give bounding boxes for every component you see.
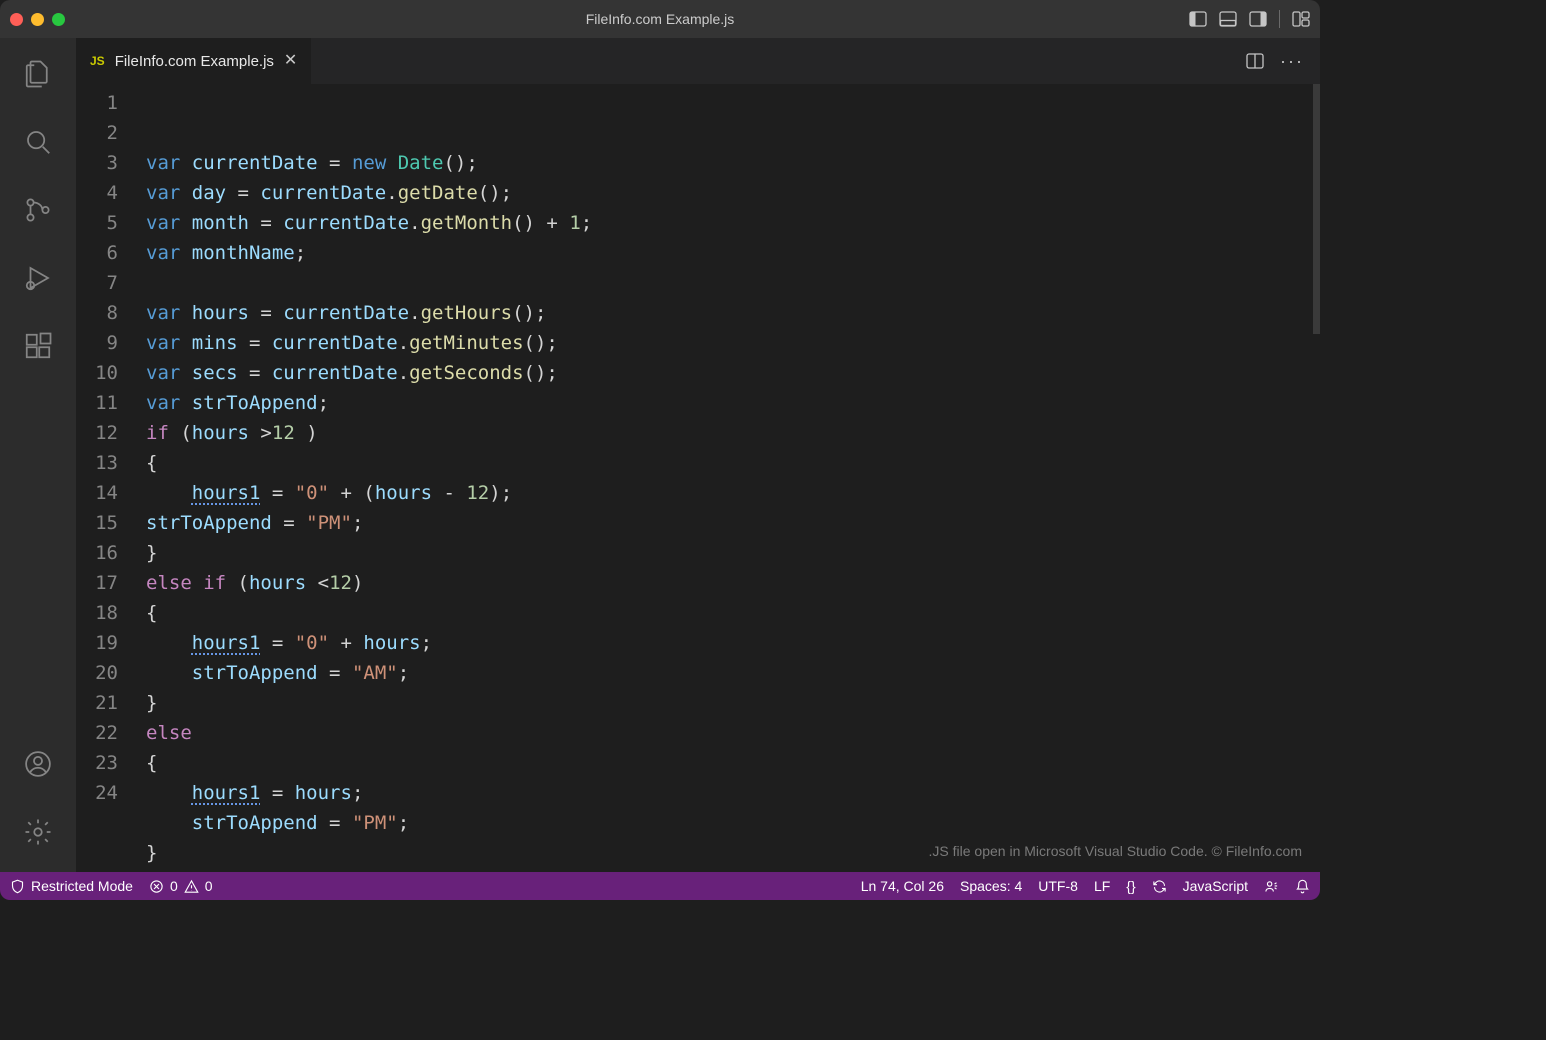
line-number: 15 (76, 508, 118, 538)
titlebar-layout-controls (1189, 10, 1310, 28)
toggle-bottom-panel-icon[interactable] (1219, 10, 1237, 28)
code-line[interactable]: var secs = currentDate.getSeconds(); (146, 358, 1320, 388)
explorer-icon[interactable] (14, 50, 62, 98)
line-number: 24 (76, 778, 118, 808)
line-number: 11 (76, 388, 118, 418)
code-editor[interactable]: 123456789101112131415161718192021222324 … (76, 84, 1320, 872)
scrollbar[interactable] (1313, 84, 1320, 334)
code-line[interactable]: else if (hours <12) (146, 568, 1320, 598)
code-line[interactable]: strToAppend = "PM"; (146, 808, 1320, 838)
code-line[interactable]: var currentDate = new Date(); (146, 148, 1320, 178)
line-number: 23 (76, 748, 118, 778)
line-number: 9 (76, 328, 118, 358)
customize-layout-icon[interactable] (1292, 10, 1310, 28)
window-title: FileInfo.com Example.js (0, 11, 1320, 27)
problems-button[interactable]: 0 0 (149, 878, 213, 894)
cursor-position-button[interactable]: Ln 74, Col 26 (861, 878, 944, 894)
line-number: 12 (76, 418, 118, 448)
line-number: 22 (76, 718, 118, 748)
code-line[interactable]: } (146, 538, 1320, 568)
code-line[interactable]: strToAppend = "AM"; (146, 658, 1320, 688)
line-number: 13 (76, 448, 118, 478)
more-actions-icon[interactable]: ··· (1280, 51, 1304, 72)
line-number: 2 (76, 118, 118, 148)
notifications-bell-icon[interactable] (1295, 879, 1310, 894)
code-line[interactable]: strToAppend = "PM"; (146, 508, 1320, 538)
code-line[interactable]: { (146, 448, 1320, 478)
code-line[interactable]: hours1 = "0" + (hours - 12); (146, 478, 1320, 508)
close-tab-icon[interactable]: ✕ (284, 53, 297, 69)
code-line[interactable]: var day = currentDate.getDate(); (146, 178, 1320, 208)
code-line[interactable]: if (hours >12 ) (146, 418, 1320, 448)
line-number: 18 (76, 598, 118, 628)
line-number: 1 (76, 88, 118, 118)
window-maximize-button[interactable] (52, 13, 65, 26)
editor-tab[interactable]: JS FileInfo.com Example.js ✕ (76, 38, 312, 84)
line-number: 16 (76, 538, 118, 568)
extensions-icon[interactable] (14, 322, 62, 370)
restricted-mode-label: Restricted Mode (31, 878, 133, 894)
code-line[interactable]: hours1 = "0" + hours; (146, 628, 1320, 658)
line-number: 8 (76, 298, 118, 328)
eol-button[interactable]: LF (1094, 878, 1110, 894)
restricted-mode-button[interactable]: Restricted Mode (10, 878, 133, 894)
code-line[interactable]: { (146, 598, 1320, 628)
line-number: 5 (76, 208, 118, 238)
line-number: 7 (76, 268, 118, 298)
code-line[interactable]: var month = currentDate.getMonth() + 1; (146, 208, 1320, 238)
activity-bar (0, 38, 76, 872)
titlebar: FileInfo.com Example.js (0, 0, 1320, 38)
search-icon[interactable] (14, 118, 62, 166)
vscode-window: FileInfo.com Example.js (0, 0, 1320, 900)
line-number: 14 (76, 478, 118, 508)
code-line[interactable]: } (146, 688, 1320, 718)
indentation-button[interactable]: Spaces: 4 (960, 878, 1022, 894)
line-number: 10 (76, 358, 118, 388)
run-debug-icon[interactable] (14, 254, 62, 302)
line-number: 21 (76, 688, 118, 718)
language-brace-icon[interactable]: {} (1126, 878, 1135, 894)
window-close-button[interactable] (10, 13, 23, 26)
code-line[interactable]: var hours = currentDate.getHours(); (146, 298, 1320, 328)
toggle-secondary-panel-icon[interactable] (1249, 10, 1267, 28)
code-line[interactable]: hours1 = hours; (146, 778, 1320, 808)
feedback-icon[interactable] (1264, 879, 1279, 894)
tab-file-name: FileInfo.com Example.js (115, 53, 274, 70)
main-area: JS FileInfo.com Example.js ✕ ··· 1234567… (0, 38, 1320, 872)
line-number: 3 (76, 148, 118, 178)
error-count: 0 (170, 878, 178, 894)
code-line[interactable]: var monthName; (146, 238, 1320, 268)
accounts-icon[interactable] (14, 740, 62, 788)
ports-sync-icon[interactable] (1152, 879, 1167, 894)
encoding-button[interactable]: UTF-8 (1038, 878, 1078, 894)
settings-gear-icon[interactable] (14, 808, 62, 856)
line-number: 20 (76, 658, 118, 688)
code-line[interactable] (146, 268, 1320, 298)
code-line[interactable]: { (146, 748, 1320, 778)
window-minimize-button[interactable] (31, 13, 44, 26)
line-number-gutter: 123456789101112131415161718192021222324 (76, 84, 146, 872)
watermark-caption: .JS file open in Microsoft Visual Studio… (929, 836, 1302, 866)
code-content[interactable]: var currentDate = new Date();var day = c… (146, 84, 1320, 872)
warning-count: 0 (205, 878, 213, 894)
line-number: 4 (76, 178, 118, 208)
split-editor-icon[interactable] (1246, 52, 1264, 70)
code-line[interactable]: var strToAppend; (146, 388, 1320, 418)
toggle-primary-panel-icon[interactable] (1189, 10, 1207, 28)
language-mode-button[interactable]: JavaScript (1183, 878, 1248, 894)
line-number: 17 (76, 568, 118, 598)
status-bar: Restricted Mode 0 0 Ln 74, Col 26 Spaces… (0, 872, 1320, 900)
traffic-lights (10, 13, 65, 26)
editor-tabs: JS FileInfo.com Example.js ✕ ··· (76, 38, 1320, 84)
code-line[interactable]: else (146, 718, 1320, 748)
line-number: 6 (76, 238, 118, 268)
source-control-icon[interactable] (14, 186, 62, 234)
file-language-badge: JS (90, 54, 105, 68)
editor-area: JS FileInfo.com Example.js ✕ ··· 1234567… (76, 38, 1320, 872)
line-number: 19 (76, 628, 118, 658)
separator (1279, 10, 1280, 28)
code-line[interactable]: var mins = currentDate.getMinutes(); (146, 328, 1320, 358)
